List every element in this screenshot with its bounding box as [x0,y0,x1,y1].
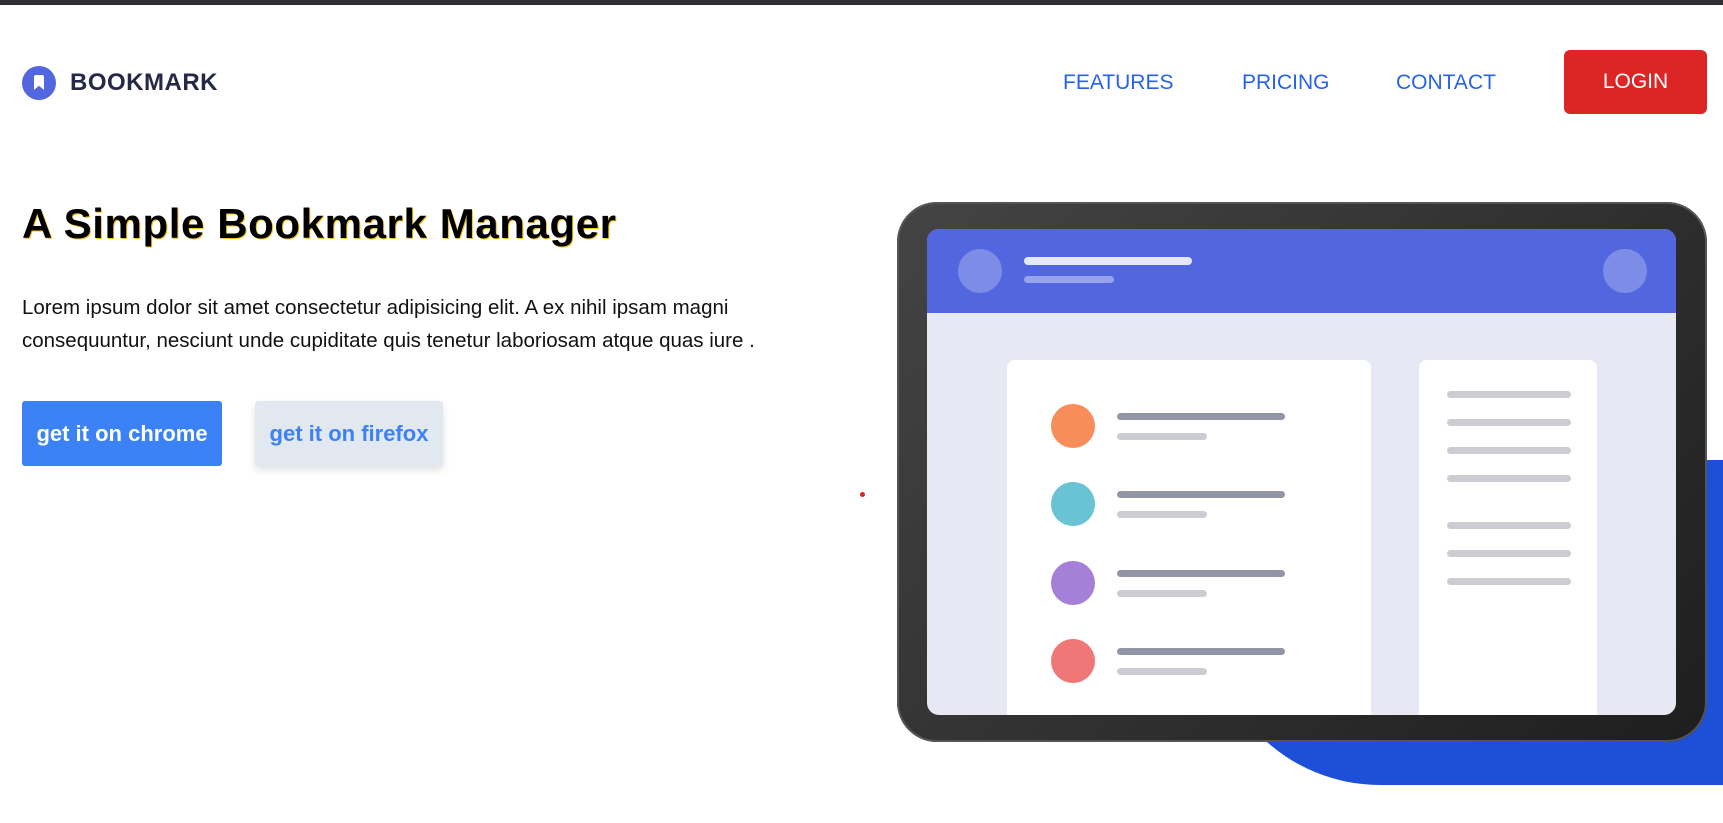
side-line [1447,475,1571,482]
app-header-bar [927,229,1676,313]
tablet-illustration [897,202,1707,742]
side-panel-card [1419,360,1597,715]
nav-link-pricing[interactable]: PRICING [1242,71,1330,95]
login-button[interactable]: LOGIN [1564,50,1707,114]
hero-description: Lorem ipsum dolor sit amet consectetur a… [22,296,755,352]
list-item-line [1117,570,1285,577]
nav-link-features[interactable]: FEATURES [1063,71,1173,95]
bookmark-icon [22,66,56,100]
top-border [0,0,1723,5]
list-item-line [1117,491,1285,498]
title-line-placeholder [1024,257,1192,265]
list-item-dot [1051,482,1095,526]
list-item-subline [1117,433,1207,440]
side-line [1447,447,1571,454]
side-line [1447,522,1571,529]
list-item-subline [1117,511,1207,518]
side-line [1447,419,1571,426]
side-line [1447,578,1571,585]
get-chrome-button[interactable]: get it on chrome [22,401,222,466]
nav-link-contact[interactable]: CONTACT [1396,71,1496,95]
get-firefox-button[interactable]: get it on firefox [255,401,443,466]
menu-placeholder [1603,249,1647,293]
list-item-dot [1051,639,1095,683]
bookmark-list-card [1007,360,1371,715]
side-line [1447,391,1571,398]
cursor-dot [860,492,865,497]
subtitle-line-placeholder [1024,276,1114,283]
logo[interactable]: BOOKMARK [22,66,218,100]
side-line [1447,550,1571,557]
logo-text: BOOKMARK [70,69,218,96]
list-item-subline [1117,590,1207,597]
avatar-placeholder [958,249,1002,293]
list-item-line [1117,648,1285,655]
tablet-screen [927,229,1676,715]
list-item-dot [1051,561,1095,605]
list-item-subline [1117,668,1207,675]
list-item-dot [1051,404,1095,448]
list-item-line [1117,413,1285,420]
hero-title: A Simple Bookmark Manager [22,200,617,247]
